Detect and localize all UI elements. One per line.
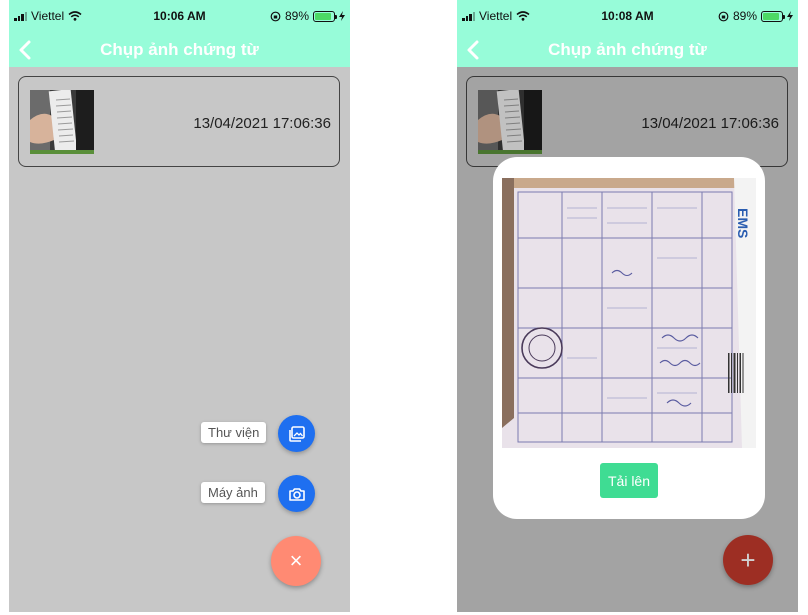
screen-fab-menu-open: Viettel 10:06 AM 89% Chụp ảnh chứng từ 1…: [9, 0, 350, 612]
battery-icon: [313, 10, 337, 22]
charging-icon: [787, 11, 793, 21]
status-bar: Viettel 10:06 AM 89%: [9, 0, 350, 33]
content-area: 13/04/2021 17:06:36 Thư viện Máy ảnh ×: [9, 67, 350, 612]
page-title: Chụp ảnh chứng từ: [100, 40, 259, 59]
status-bar: Viettel 10:08 AM 89%: [457, 0, 798, 33]
close-fab-button[interactable]: ×: [271, 536, 321, 586]
camera-label[interactable]: Máy ảnh: [201, 482, 265, 503]
page-title: Chụp ảnh chứng từ: [548, 40, 707, 59]
camera-icon: [288, 487, 305, 501]
document-card[interactable]: 13/04/2021 17:06:36: [18, 76, 340, 167]
orientation-lock-icon: [270, 11, 281, 21]
close-icon: ×: [289, 548, 303, 573]
battery-icon: [761, 10, 785, 22]
upload-button[interactable]: Tải lên: [600, 463, 658, 498]
orientation-lock-icon: [718, 11, 729, 21]
nav-bar: Chụp ảnh chứng từ: [9, 33, 350, 67]
gallery-icon: [288, 425, 305, 442]
battery-percent: 89%: [284, 9, 309, 23]
nav-bar: Chụp ảnh chứng từ: [457, 33, 798, 67]
document-preview-image: EMS: [502, 178, 756, 448]
ems-form-photo: EMS: [502, 178, 756, 448]
camera-button[interactable]: [278, 475, 315, 512]
library-button[interactable]: [278, 415, 315, 452]
battery-percent: 89%: [732, 9, 757, 23]
document-timestamp: 13/04/2021 17:06:36: [193, 115, 331, 132]
library-label[interactable]: Thư viện: [201, 422, 267, 443]
upload-preview-modal: EMS Tải lên: [493, 157, 765, 519]
receipt-photo-image: [30, 90, 94, 154]
charging-icon: [339, 11, 345, 21]
ems-logo: EMS: [735, 208, 751, 238]
document-thumbnail[interactable]: [30, 90, 94, 154]
screen-upload-preview: Viettel 10:08 AM 89% Chụp ảnh chứng từ 1…: [457, 0, 798, 612]
